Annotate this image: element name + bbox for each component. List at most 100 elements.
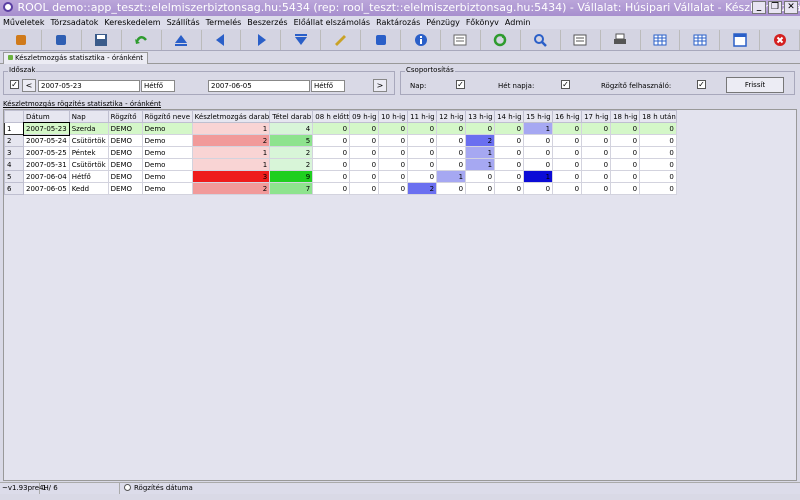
table-row[interactable]: 2 2007-05-24 Csütörtök DEMO Demo 2 5 0 0 0 0 0 2 0 0 0 0… xyxy=(4,134,677,147)
user-name-cell[interactable]: Demo xyxy=(141,182,193,195)
hour-cell[interactable]: 0 xyxy=(523,182,554,195)
column-header[interactable]: Rögzítő neve xyxy=(141,110,193,123)
hour-cell[interactable]: 0 xyxy=(610,170,641,183)
print-toolbar-button[interactable] xyxy=(601,29,641,50)
menu-item-4[interactable]: Termelés xyxy=(206,18,242,27)
search-toolbar-button[interactable] xyxy=(521,29,561,50)
menu-item-2[interactable]: Kereskedelem xyxy=(104,18,160,27)
movement-count-cell[interactable]: 2 xyxy=(191,182,271,195)
row-number[interactable]: 2 xyxy=(4,134,24,147)
hour-cell[interactable]: 0 xyxy=(378,134,409,147)
to-date-field[interactable]: 2007-06-05 xyxy=(208,80,310,92)
restore-button[interactable]: ❐ xyxy=(768,1,782,14)
hour-cell[interactable]: 0 xyxy=(349,182,380,195)
menu-item-7[interactable]: Raktározás xyxy=(376,18,420,27)
movement-count-cell[interactable]: 3 xyxy=(191,170,271,183)
item-count-cell[interactable]: 5 xyxy=(269,134,314,147)
hour-cell[interactable]: 0 xyxy=(552,170,583,183)
hour-cell[interactable]: 0 xyxy=(610,134,641,147)
column-header[interactable]: 10 h-ig xyxy=(378,110,409,123)
hour-cell[interactable]: 0 xyxy=(312,122,351,135)
hour-cell[interactable]: 0 xyxy=(552,146,583,159)
hour-cell[interactable]: 0 xyxy=(312,146,351,159)
column-header[interactable]: Dátum xyxy=(23,110,70,123)
hour-cell[interactable]: 0 xyxy=(581,182,612,195)
user-cell[interactable]: DEMO xyxy=(107,158,143,171)
first-record-toolbar-button[interactable] xyxy=(162,29,202,50)
user-cell[interactable]: DEMO xyxy=(107,134,143,147)
hour-cell[interactable]: 0 xyxy=(610,122,641,135)
hour-cell[interactable]: 0 xyxy=(312,134,351,147)
row-number[interactable]: 1 xyxy=(4,122,24,135)
last-record-toolbar-button[interactable] xyxy=(281,29,322,50)
hour-cell[interactable]: 0 xyxy=(407,134,438,147)
hour-cell[interactable]: 0 xyxy=(465,122,496,135)
hour-cell[interactable]: 1 xyxy=(465,146,496,159)
refresh-toolbar-button[interactable] xyxy=(481,29,521,50)
hour-cell[interactable]: 0 xyxy=(581,146,612,159)
day-cell[interactable]: Szerda xyxy=(68,122,109,135)
hour-cell[interactable]: 0 xyxy=(639,122,677,135)
hour-cell[interactable]: 0 xyxy=(494,146,525,159)
movement-count-cell[interactable]: 1 xyxy=(191,122,271,135)
window-toolbar-button[interactable] xyxy=(720,29,761,50)
column-header[interactable]: Tétel darab xyxy=(269,110,314,123)
hour-cell[interactable]: 0 xyxy=(494,170,525,183)
hour-cell[interactable]: 0 xyxy=(436,158,467,171)
day-cell[interactable]: Kedd xyxy=(68,182,109,195)
column-header[interactable]: Rögzítő xyxy=(107,110,143,123)
user-name-cell[interactable]: Demo xyxy=(141,158,193,171)
hour-cell[interactable]: 0 xyxy=(494,122,525,135)
hour-cell[interactable]: 0 xyxy=(639,158,677,171)
column-header[interactable]: 18 h után xyxy=(639,110,677,123)
hour-cell[interactable]: 0 xyxy=(349,158,380,171)
hour-cell[interactable]: 0 xyxy=(349,146,380,159)
movement-count-cell[interactable]: 1 xyxy=(191,146,271,159)
group-weekday-checkbox[interactable]: ✓ xyxy=(561,80,570,89)
hour-cell[interactable]: 0 xyxy=(581,158,612,171)
day-cell[interactable]: Csütörtök xyxy=(68,134,109,147)
row-number[interactable]: 5 xyxy=(4,170,24,183)
edit-toolbar-button[interactable] xyxy=(321,29,362,50)
hour-cell[interactable]: 0 xyxy=(436,134,467,147)
refresh-button[interactable]: Frissít xyxy=(726,77,784,93)
table-row[interactable]: 4 2007-05-31 Csütörtök DEMO Demo 1 2 0 0 0 0 0 1 0 0 0 0… xyxy=(4,158,677,171)
day-cell[interactable]: Csütörtök xyxy=(68,158,109,171)
hour-cell[interactable]: 0 xyxy=(552,134,583,147)
from-date-field[interactable]: 2007-05-23 xyxy=(38,80,140,92)
hour-cell[interactable]: 0 xyxy=(610,146,641,159)
hour-cell[interactable]: 1 xyxy=(465,158,496,171)
period-prev-button[interactable]: < xyxy=(22,79,36,92)
hour-cell[interactable]: 0 xyxy=(378,146,409,159)
user-cell[interactable]: DEMO xyxy=(107,170,143,183)
menu-item-5[interactable]: Beszerzés xyxy=(247,18,287,27)
hour-cell[interactable]: 0 xyxy=(465,170,496,183)
row-number[interactable]: 6 xyxy=(4,182,24,195)
column-header[interactable]: Nap xyxy=(68,110,109,123)
hour-cell[interactable]: 0 xyxy=(349,122,380,135)
table-row[interactable]: 3 2007-05-25 Péntek DEMO Demo 1 2 0 0 0 0 0 1 0 0 0 0 0 0 xyxy=(4,146,677,159)
day-cell[interactable]: Péntek xyxy=(68,146,109,159)
hour-cell[interactable]: 0 xyxy=(552,122,583,135)
item-count-cell[interactable]: 2 xyxy=(269,146,314,159)
user-cell[interactable]: DEMO xyxy=(107,182,143,195)
period-next-button[interactable]: > xyxy=(373,79,387,92)
column-header[interactable]: 15 h-ig xyxy=(523,110,554,123)
hour-cell[interactable]: 0 xyxy=(378,122,409,135)
item-count-cell[interactable]: 4 xyxy=(269,122,314,135)
hour-cell[interactable]: 0 xyxy=(349,170,380,183)
item-count-cell[interactable]: 7 xyxy=(269,182,314,195)
hour-cell[interactable]: 0 xyxy=(581,134,612,147)
menu-item-9[interactable]: Főkönyv xyxy=(466,18,499,27)
column-header[interactable]: 17 h-ig xyxy=(581,110,612,123)
period-enabled-checkbox[interactable]: ✓ xyxy=(10,80,19,89)
hour-cell[interactable]: 1 xyxy=(436,170,467,183)
hour-cell[interactable]: 0 xyxy=(581,122,612,135)
user-name-cell[interactable]: Demo xyxy=(141,170,193,183)
movement-count-cell[interactable]: 1 xyxy=(191,158,271,171)
hour-cell[interactable]: 1 xyxy=(523,170,554,183)
previous-record-toolbar-button[interactable] xyxy=(202,29,242,50)
user-name-cell[interactable]: Demo xyxy=(141,146,193,159)
next-record-toolbar-button[interactable] xyxy=(241,29,282,50)
hour-cell[interactable]: 0 xyxy=(378,182,409,195)
